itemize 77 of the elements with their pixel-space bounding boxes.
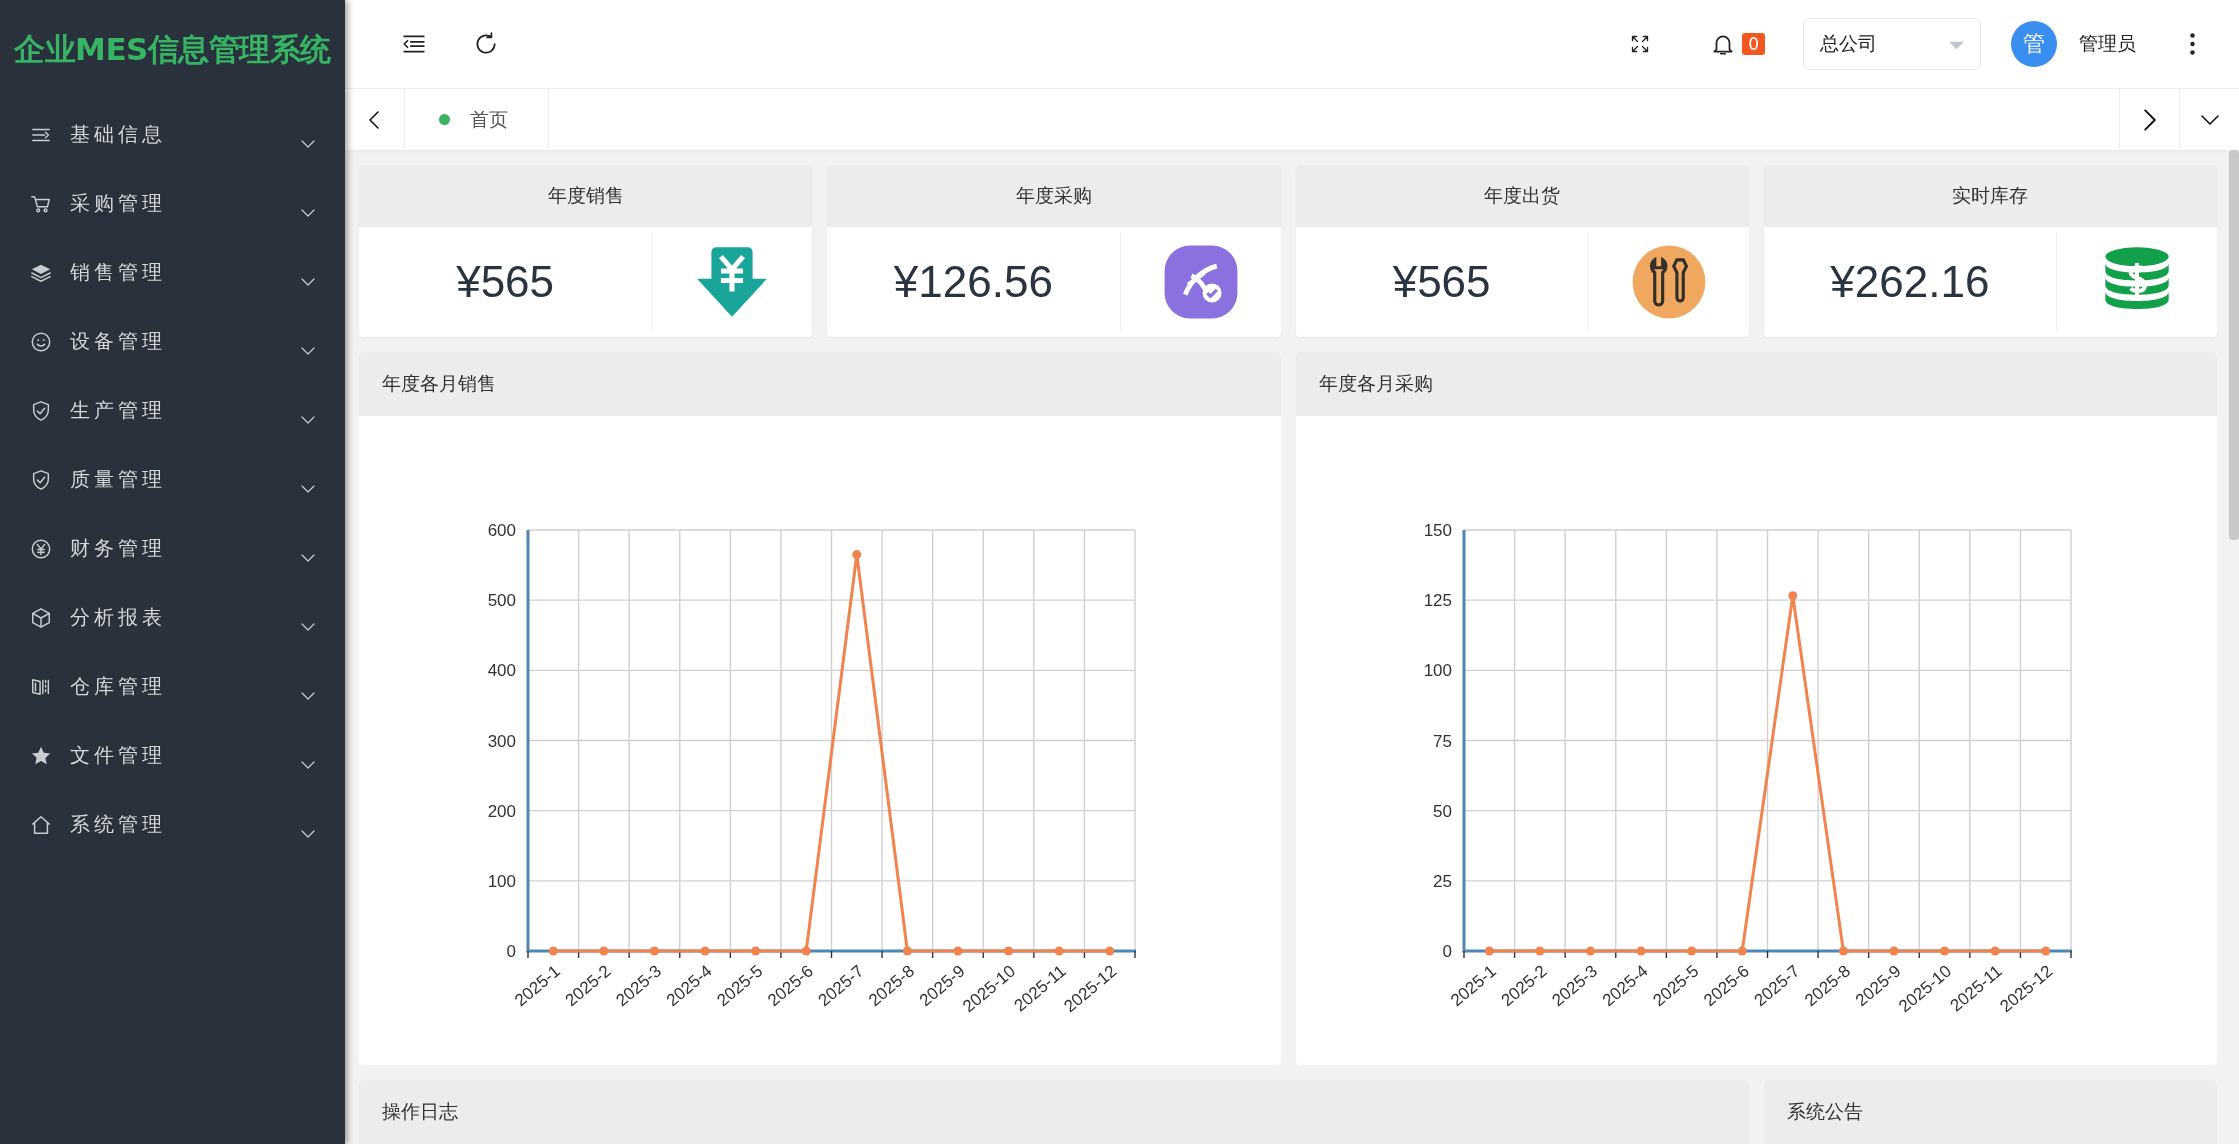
y-tick-label: 150	[1423, 521, 1453, 540]
data-point	[1636, 946, 1646, 956]
data-point	[1586, 946, 1596, 956]
data-point	[1940, 946, 1950, 956]
sidebar-menu-item[interactable]: 系统管理	[0, 790, 345, 859]
stat-value: ¥565	[1391, 257, 1492, 307]
y-tick-label: 200	[487, 801, 516, 821]
y-tick-label: 100	[487, 871, 516, 891]
chevron-right-icon	[2143, 108, 2156, 131]
data-point	[1788, 591, 1798, 601]
y-tick-label: 500	[487, 591, 516, 611]
data-point	[1485, 946, 1495, 956]
y-tick-label: 25	[1433, 871, 1453, 891]
stat-value: ¥565	[455, 257, 556, 307]
sidebar-menu-item[interactable]: 设备管理	[0, 307, 345, 376]
sidebar-menu-item[interactable]: 生产管理	[0, 376, 345, 445]
data-point	[548, 946, 558, 956]
cube-icon	[30, 606, 52, 629]
data-point	[2041, 946, 2051, 956]
app-title: 企业MES信息管理系统	[13, 30, 332, 69]
card-title: 实时库存	[1763, 165, 2217, 227]
y-tick-label: 0	[506, 942, 516, 961]
data-point	[1839, 946, 1849, 956]
sidebar-menu-item[interactable]: 基础信息	[0, 100, 345, 169]
card-title: 年度销售	[359, 165, 813, 227]
panel-title: 年度各月销售	[359, 352, 1281, 416]
sidebar-menu-item[interactable]: 文件管理	[0, 721, 345, 790]
home-icon	[30, 813, 52, 836]
y-tick-label: 400	[487, 661, 516, 681]
data-point	[649, 946, 659, 956]
data-point	[1003, 946, 1013, 956]
data-point	[1104, 946, 1114, 956]
sidebar-menu-item[interactable]: 销售管理	[0, 238, 345, 307]
company-select[interactable]: 总公司	[1803, 18, 1981, 70]
data-point	[1737, 946, 1747, 956]
notification-badge: 0	[1742, 33, 1765, 55]
sidebar-menu-item[interactable]: 仓库管理	[0, 652, 345, 721]
panel-title: 操作日志	[359, 1080, 1749, 1144]
y-tick-label: 300	[487, 731, 516, 751]
sidebar-menu-item[interactable]: 质量管理	[0, 445, 345, 514]
y-tick-label: 0	[1442, 942, 1453, 961]
data-point	[1535, 946, 1545, 956]
sidebar-menu-item[interactable]: 采购管理	[0, 169, 345, 238]
shield-check-icon	[30, 468, 52, 491]
y-tick-label: 600	[487, 521, 516, 540]
y-tick-label: 75	[1433, 731, 1453, 751]
yen-circle-icon	[30, 537, 52, 560]
data-point	[1054, 946, 1064, 956]
panel-title: 年度各月采购	[1295, 352, 2217, 416]
stat-value: ¥262.16	[1829, 257, 1991, 307]
user-name[interactable]: 管理员	[2079, 31, 2136, 57]
data-point	[801, 946, 811, 956]
sidebar-menu-item[interactable]: 分析报表	[0, 583, 345, 652]
y-tick-label: 100	[1423, 661, 1453, 681]
data-point	[902, 946, 912, 956]
data-point	[953, 946, 963, 956]
page-tab[interactable]: 首页	[405, 89, 549, 150]
data-point	[852, 550, 862, 560]
stat-value: ¥126.56	[892, 257, 1054, 307]
wrench-icon	[1630, 244, 1707, 320]
scrollbar[interactable]	[2229, 150, 2239, 540]
card-title: 年度出货	[1295, 165, 1749, 227]
data-point	[1687, 946, 1697, 956]
expand-icon	[1630, 34, 1651, 54]
smiley-icon	[30, 330, 52, 353]
shield-check-icon	[30, 399, 52, 422]
card-title: 年度采购	[827, 165, 1281, 227]
data-point	[750, 946, 760, 956]
y-tick-label: 125	[1423, 591, 1453, 611]
data-point	[1889, 946, 1899, 956]
sidebar-menu-item[interactable]: 财务管理	[0, 514, 345, 583]
y-tick-label: 50	[1433, 801, 1453, 821]
data-point	[700, 946, 710, 956]
data-point	[599, 946, 609, 956]
panel-title: 系统公告	[1763, 1080, 2217, 1144]
more-vertical-icon	[2190, 33, 2195, 55]
data-point	[1990, 946, 2000, 956]
